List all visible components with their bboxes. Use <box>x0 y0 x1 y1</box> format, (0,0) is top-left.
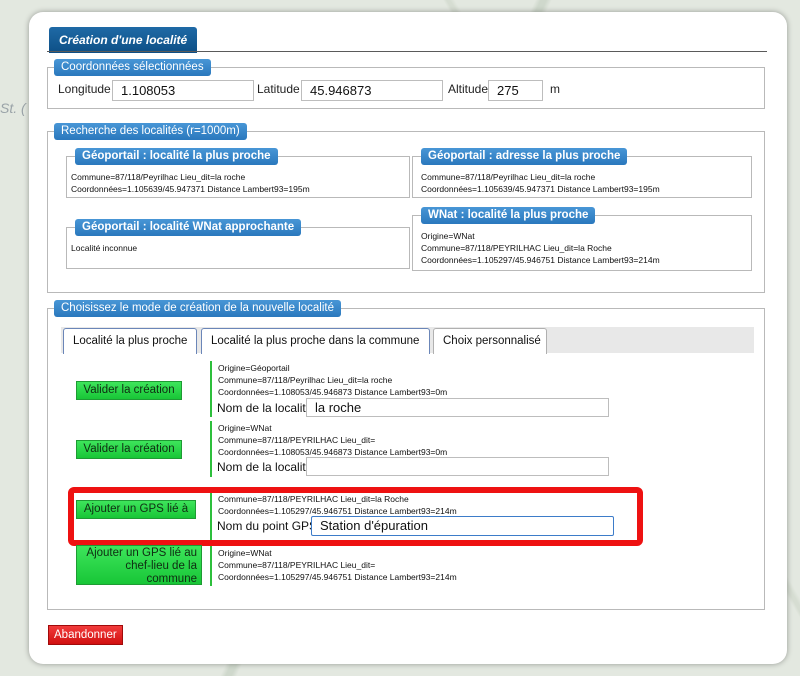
mode-tabs: Localité la plus proche Localité la plus… <box>61 327 754 354</box>
info-line: Commune=87/118/PEYRILHAC Lieu_dit= <box>218 435 376 445</box>
wnat-localite-box: WNat : localité la plus proche Origine=W… <box>412 207 752 271</box>
altitude-unit: m <box>550 82 560 96</box>
tab-localite-commune[interactable]: Localité la plus proche dans la commune <box>201 328 430 354</box>
geoportail-adresse-box: Géoportail : adresse la plus proche Comm… <box>412 148 752 198</box>
info-line: Localité inconnue <box>71 243 138 253</box>
search-legend: Recherche des localités (r=1000m) <box>54 123 247 140</box>
valider-creation-button[interactable]: Valider la création <box>76 381 182 400</box>
tab-localite-plus-proche[interactable]: Localité la plus proche <box>63 328 197 354</box>
info-line: Coordonnées=1.105639/45.947371 Distance … <box>71 184 310 194</box>
info-line: Coordonnées=1.105639/45.947371 Distance … <box>421 184 660 194</box>
mode-legend: Choisissez le mode de création de la nou… <box>54 300 341 317</box>
option-divider <box>210 361 212 417</box>
info-line: Commune=87/118/Peyrilhac Lieu_dit=la roc… <box>421 172 596 182</box>
latitude-input[interactable]: 45.946873 <box>301 80 443 101</box>
valider-creation-button[interactable]: Valider la création <box>76 440 182 459</box>
info-line: Origine=WNat <box>421 231 475 241</box>
info-line: Commune=87/118/PEYRILHAC Lieu_dit=la Roc… <box>421 243 612 253</box>
longitude-input[interactable]: 1.108053 <box>112 80 254 101</box>
nom-localite-input[interactable]: la roche <box>306 398 609 417</box>
info-line: Coordonnées=1.105297/45.946751 Distance … <box>218 572 457 582</box>
nom-localite-label: Nom de la localité <box>217 401 313 415</box>
info-line: Commune=87/118/Peyrilhac Lieu_dit=la roc… <box>71 172 246 182</box>
tab-choix-personnalise[interactable]: Choix personnalisé <box>433 328 547 354</box>
ajouter-gps-chef-lieu-button[interactable]: Ajouter un GPS lié au chef-lieu de la co… <box>76 545 202 585</box>
coords-group: Coordonnées sélectionnées Longitude 1.10… <box>47 59 765 109</box>
info-line: Origine=WNat <box>218 548 272 558</box>
geoportail-wnat-box: Géoportail : localité WNat approchante L… <box>66 219 410 269</box>
info-line: Commune=87/118/Peyrilhac Lieu_dit=la roc… <box>218 375 393 385</box>
dialog-title: Création d'une localité <box>49 27 198 53</box>
geoportail-adresse-title: Géoportail : adresse la plus proche <box>421 148 628 165</box>
nom-localite-label: Nom de la localité <box>217 460 313 474</box>
latitude-label: Latitude <box>257 82 300 96</box>
geoportail-localite-box: Géoportail : localité la plus proche Com… <box>66 148 410 198</box>
nom-localite-input[interactable] <box>306 457 609 476</box>
info-line: Coordonnées=1.108053/45.946873 Distance … <box>218 387 448 397</box>
altitude-input[interactable]: 275 <box>488 80 543 101</box>
geoportail-wnat-title: Géoportail : localité WNat approchante <box>75 219 302 236</box>
map-label-fragment: St. ( <box>0 100 26 116</box>
coords-legend: Coordonnées sélectionnées <box>54 59 211 76</box>
altitude-label: Altitude <box>448 82 489 96</box>
info-line: Origine=Géoportail <box>218 363 290 373</box>
option-divider <box>210 546 212 586</box>
creation-localite-dialog: Création d'une localité Coordonnées séle… <box>29 12 787 664</box>
wnat-localite-title: WNat : localité la plus proche <box>421 207 596 224</box>
info-line: Commune=87/118/PEYRILHAC Lieu_dit= <box>218 560 376 570</box>
title-divider <box>47 51 767 52</box>
search-group: Recherche des localités (r=1000m) Géopor… <box>47 123 765 293</box>
option-divider <box>210 421 212 477</box>
geoportail-localite-title: Géoportail : localité la plus proche <box>75 148 278 165</box>
info-line: Coordonnées=1.105297/45.946751 Distance … <box>421 255 660 265</box>
info-line: Origine=WNat <box>218 423 272 433</box>
longitude-label: Longitude <box>58 82 111 96</box>
abandonner-button[interactable]: Abandonner <box>48 625 123 645</box>
highlight-box <box>68 487 643 546</box>
